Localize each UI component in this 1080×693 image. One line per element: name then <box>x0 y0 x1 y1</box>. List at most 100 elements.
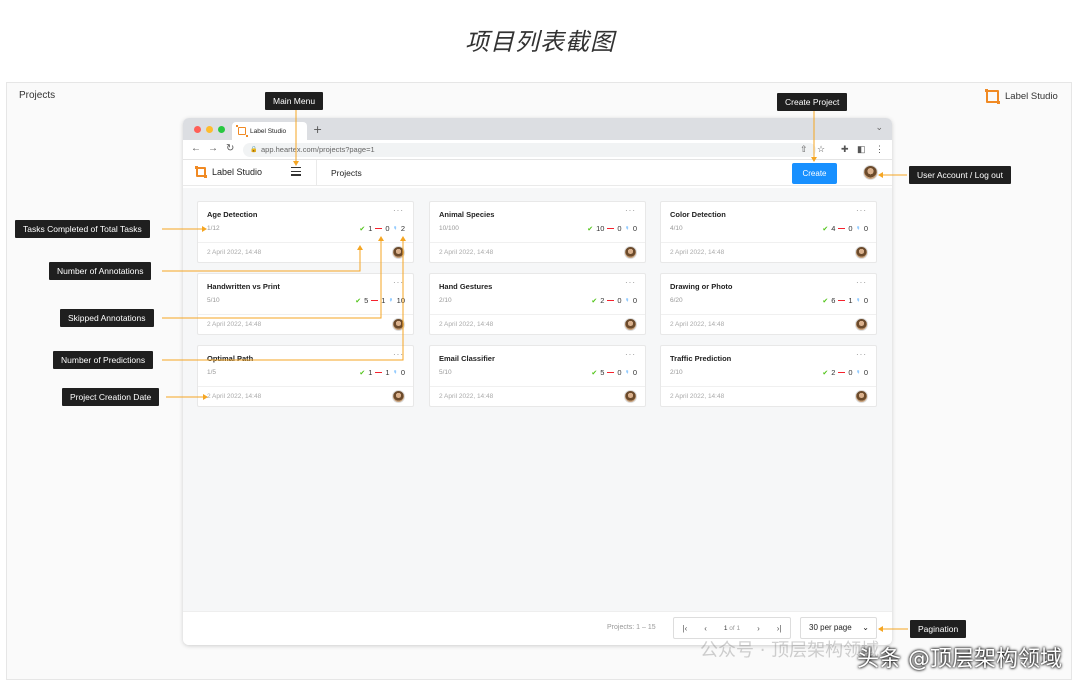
card-more-icon[interactable]: ··· <box>856 350 867 359</box>
reload-icon[interactable]: ↻ <box>226 143 234 154</box>
project-card[interactable]: Color Detection ··· 4/10 ✔ 4 0 ♀ 0 2 April 2022,… <box>660 201 877 263</box>
create-project-button[interactable]: Create <box>792 163 837 184</box>
predictions-count: 0 <box>632 296 637 305</box>
bookmark-star-icon[interactable]: ☆ <box>817 144 825 155</box>
user-avatar[interactable] <box>863 165 878 180</box>
project-card[interactable]: Drawing or Photo ··· 6/20 ✔ 6 1 ♀ 0 2 April 2022… <box>660 273 877 335</box>
check-icon: ✔ <box>591 297 598 305</box>
card-divider <box>661 314 876 315</box>
lock-icon: 🔒 <box>250 147 258 153</box>
project-card[interactable]: Age Detection ··· 1/12 ✔ 1 0 ♀ 2 2 April 2022, 1… <box>197 201 414 263</box>
app-header: Label Studio Projects Create <box>183 160 892 186</box>
check-icon: ✔ <box>359 369 366 377</box>
project-title: Hand Gestures <box>439 282 493 291</box>
label-studio-logo-icon <box>985 89 1000 104</box>
prediction-icon: ♀ <box>855 225 861 232</box>
callout-pagination: Pagination <box>910 620 967 638</box>
check-icon: ✔ <box>591 369 598 377</box>
card-more-icon[interactable]: ··· <box>625 350 636 359</box>
card-divider <box>661 242 876 243</box>
skipped-count: 0 <box>848 368 853 377</box>
project-card[interactable]: Traffic Prediction ··· 2/10 ✔ 2 0 ♀ 0 2 April 20… <box>660 345 877 407</box>
skipped-icon <box>838 227 846 230</box>
tasks-completed: 6/20 <box>670 297 683 304</box>
projects-count: Projects: 1 – 15 <box>607 624 656 631</box>
project-card[interactable]: Animal Species ··· 10/100 ✔ 10 0 ♀ 0 2 April 202… <box>429 201 646 263</box>
predictions-count: 0 <box>632 368 637 377</box>
card-divider <box>198 314 413 315</box>
completed-count: 10 <box>596 224 605 233</box>
project-card[interactable]: Optimal Path ··· 1/5 ✔ 1 1 ♀ 0 2 April 2022, 14:… <box>197 345 414 407</box>
creation-date: 2 April 2022, 14:48 <box>439 249 494 256</box>
project-title: Traffic Prediction <box>670 354 732 363</box>
annotation-stats: ✔ 2 0 ♀ 0 <box>591 296 637 305</box>
prediction-icon: ♀ <box>624 297 630 304</box>
back-icon[interactable]: ← <box>191 143 201 154</box>
app-logo[interactable]: Label Studio <box>195 166 263 178</box>
check-icon: ✔ <box>359 225 366 233</box>
card-more-icon[interactable]: ··· <box>856 206 867 215</box>
project-card[interactable]: Handwritten vs Print ··· 5/10 ✔ 5 1 ♀ 10 2 April… <box>197 273 414 335</box>
annotation-stats: ✔ 1 0 ♀ 2 <box>359 224 405 233</box>
close-window-icon[interactable] <box>194 126 201 133</box>
more-menu-icon[interactable]: ⋮ <box>875 144 884 155</box>
card-divider <box>661 386 876 387</box>
skipped-icon <box>838 371 846 374</box>
card-more-icon[interactable]: ··· <box>625 278 636 287</box>
completed-count: 2 <box>831 368 836 377</box>
callout-user-account: User Account / Log out <box>909 166 1011 184</box>
share-icon[interactable]: ⇧ <box>800 144 808 155</box>
predictions-count: 10 <box>396 296 405 305</box>
skipped-count: 0 <box>617 224 622 233</box>
prev-page-icon[interactable]: ‹ <box>704 624 707 633</box>
skipped-count: 0 <box>617 296 622 305</box>
project-title: Optimal Path <box>207 354 254 363</box>
project-card[interactable]: Hand Gestures ··· 2/10 ✔ 2 0 ♀ 0 2 April 2022, 1… <box>429 273 646 335</box>
last-page-icon[interactable]: ›| <box>777 624 782 633</box>
maximize-window-icon[interactable] <box>218 126 225 133</box>
url-input[interactable]: app.heartex.com/projects?page=1 <box>243 143 816 157</box>
card-more-icon[interactable]: ··· <box>393 278 404 287</box>
tasks-completed: 2/10 <box>439 297 452 304</box>
creation-date: 2 April 2022, 14:48 <box>207 393 262 400</box>
skipped-icon <box>838 299 846 302</box>
skipped-icon <box>607 227 615 230</box>
card-more-icon[interactable]: ··· <box>856 278 867 287</box>
browser-tab[interactable]: Label Studio <box>232 122 307 140</box>
tasks-completed: 5/10 <box>207 297 220 304</box>
card-more-icon[interactable]: ··· <box>393 350 404 359</box>
app-logo-text: Label Studio <box>212 167 263 177</box>
completed-count: 5 <box>364 296 369 305</box>
page-indicator[interactable]: 1 of 1 <box>724 625 740 632</box>
browser-window: Label Studio + ⌄ ← → ↻ app.heartex.com/p… <box>183 118 892 645</box>
tab-title: Label Studio <box>250 127 287 135</box>
project-card[interactable]: Email Classifier ··· 5/10 ✔ 5 0 ♀ 0 2 April 2022… <box>429 345 646 407</box>
extensions-icon[interactable]: ✚ <box>841 144 849 155</box>
skipped-icon <box>375 227 383 230</box>
chevron-down-icon[interactable]: ⌄ <box>875 123 883 133</box>
sidebar-icon[interactable]: ◧ <box>857 144 866 155</box>
callout-number-of-annotations: Number of Annotations <box>49 262 152 280</box>
completed-count: 5 <box>600 368 605 377</box>
card-more-icon[interactable]: ··· <box>625 206 636 215</box>
project-title: Color Detection <box>670 210 726 219</box>
tasks-completed: 1/12 <box>207 225 220 232</box>
card-more-icon[interactable]: ··· <box>393 206 404 215</box>
skipped-count: 0 <box>848 224 853 233</box>
first-page-icon[interactable]: |‹ <box>682 624 687 633</box>
forward-icon[interactable]: → <box>208 143 218 154</box>
minimize-window-icon[interactable] <box>206 126 213 133</box>
hamburger-menu-icon[interactable] <box>291 167 301 178</box>
creator-avatar <box>624 318 637 331</box>
card-divider <box>198 242 413 243</box>
check-icon: ✔ <box>355 297 362 305</box>
prediction-icon: ♀ <box>388 297 394 304</box>
new-tab-icon[interactable]: + <box>313 123 322 136</box>
skipped-icon <box>375 371 383 374</box>
predictions-count: 0 <box>632 224 637 233</box>
project-title: Age Detection <box>207 210 258 219</box>
next-page-icon[interactable]: › <box>757 624 760 633</box>
creation-date: 2 April 2022, 14:48 <box>670 393 725 400</box>
annotation-stats: ✔ 4 0 ♀ 0 <box>822 224 868 233</box>
watermark: 头条 @顶层架构领域 <box>857 647 1062 672</box>
